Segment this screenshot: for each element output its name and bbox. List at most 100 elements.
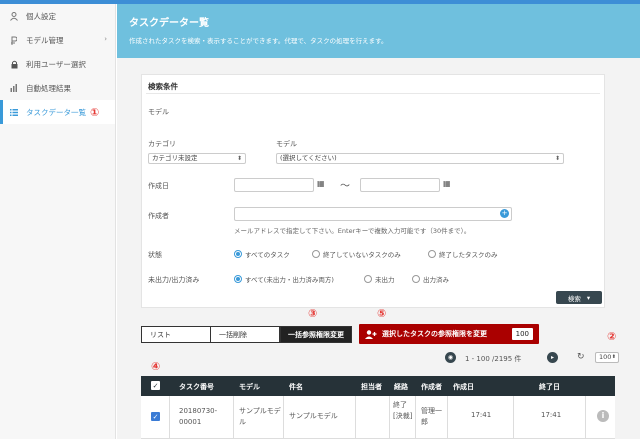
sidebar-item-label: 自動処理結果 [26,83,71,93]
radio-label: すべてのタスク [245,251,290,259]
sidebar-item-label: 利用ユーザー選択 [26,59,86,69]
select-arrows-icon: ⬍ [611,354,616,360]
chart-icon [8,84,20,92]
cell-divider [233,396,234,438]
sidebar-item-models[interactable]: モデル管理 › [0,28,115,52]
person-icon [8,11,20,21]
model-icon [8,36,20,45]
status-radio-finished[interactable]: 終了したタスクのみ [428,249,498,259]
column-header: 担当者 [361,383,382,391]
cell-divider [415,396,416,438]
creator-input[interactable] [234,207,512,221]
created-date-from-input[interactable] [234,178,314,192]
output-radio-not-output[interactable]: 未出力 [364,274,395,284]
selected-count-badge: 100 [511,328,533,340]
refresh-icon[interactable]: ↻ [577,352,585,362]
info-icon[interactable]: i [597,410,609,422]
column-header: 作成者 [421,383,442,391]
page-subtitle: 作成されたタスクを検索・表示することができます。代理で、タスクの処理を行えます。 [129,37,388,45]
task-finished-date: 17:41 [541,411,562,419]
radio-label: 終了していないタスクのみ [323,251,401,259]
category-select[interactable]: カテゴリ未設定 ⬍ [148,153,246,164]
annotation-marker-2: ② [607,330,617,343]
change-permission-button[interactable]: 選択したタスクの参照権限を変更 100 [359,324,539,344]
sidebar-item-user-select[interactable]: 利用ユーザー選択 [0,52,115,76]
radio-selected [234,275,242,283]
table-row[interactable]: ✓ 20180730-00001 サンプルモデル サンプルモデル 終了[決裁] … [141,396,615,439]
radio-unselected [364,275,372,283]
radio-selected [234,250,242,258]
task-number[interactable]: 20180730-00001 [179,406,229,428]
cell-divider [447,396,448,438]
cell-divider [355,396,356,438]
add-creator-icon[interactable]: + [500,209,509,218]
sidebar-item-profile[interactable]: 個人設定 [0,4,115,28]
task-created-date: 17:41 [471,411,492,419]
pagination-range: 1 - 100 /2195 件 [465,355,522,363]
cell-divider [513,396,514,438]
sidebar: 個人設定 モデル管理 › 利用ユーザー選択 自動処理結果 タスクデータ一覧 ① [0,4,116,439]
sidebar-item-label: モデル管理 [26,35,64,45]
search-button[interactable]: 検索 ▾ [556,291,602,304]
page-header: タスクデーター覧 作成されたタスクを検索・表示することができます。代理で、タスク… [117,4,640,58]
creator-hint: メールアドレスで指定して下さい。Enterキーで複数入力可能です（30件まで）。 [234,227,471,235]
category-label: カテゴリ [148,140,176,148]
status-radio-all[interactable]: すべてのタスク [234,249,290,259]
table-header: ✓ タスク番号 モデル 件名 担当者 経路 作成者 作成日 終了日 [141,376,615,396]
radio-unselected [412,275,420,283]
radio-unselected [312,250,320,258]
lock-icon [8,60,20,69]
model-select[interactable]: (選択してください) ⬍ [276,153,564,164]
output-radio-all[interactable]: すべて(未出力・出力済み両方) [234,274,334,284]
annotation-marker-3: ③ [308,307,318,320]
column-header: 終了日 [539,383,560,391]
output-label: 未出力/出力済み [148,276,200,284]
page-size-select[interactable]: 100 ⬍ [595,352,619,363]
next-page-icon[interactable]: ▸ [547,352,558,363]
calendar-icon[interactable]: ▦ [317,179,325,188]
divider [146,93,600,94]
tab-label: リスト [150,330,171,339]
tab-label: 一括参照権限変更 [288,330,344,339]
tab-label: 一括削除 [219,330,247,339]
annotation-marker-1: ① [90,105,100,119]
list-icon [8,108,20,116]
sidebar-item-task-list[interactable]: タスクデータ一覧 ① [0,100,115,124]
select-arrows-icon: ⬍ [236,155,242,162]
sidebar-item-auto-results[interactable]: 自動処理結果 [0,76,115,100]
cell-divider [389,396,390,438]
tab-bulk-delete[interactable]: 一括削除 [210,326,280,343]
task-route: 終了[決裁] [393,401,413,420]
task-model: サンプルモデル [239,407,281,426]
column-header: 件名 [289,383,303,391]
sidebar-item-label: タスクデータ一覧 [26,107,86,117]
select-all-checkbox[interactable]: ✓ [151,381,160,390]
calendar-icon[interactable]: ▦ [443,179,451,188]
search-panel-title: 検索条件 [148,82,178,91]
search-panel: 検索条件 モデル カテゴリ モデル カテゴリ未設定 ⬍ (選択してください) ⬍… [141,74,605,308]
change-permission-label: 選択したタスクの参照権限を変更 [382,330,487,338]
model-select-value: (選択してください) [280,154,337,162]
cell-divider [283,396,284,438]
radio-label: 終了したタスクのみ [439,251,498,259]
annotation-marker-5: ⑤ [377,307,387,320]
page-size-value: 100 [599,353,612,361]
creator-label: 作成者 [148,212,169,220]
tab-list[interactable]: リスト [141,326,211,343]
chevron-right-icon: › [104,35,107,43]
row-checkbox[interactable]: ✓ [151,412,160,421]
tab-bulk-permission[interactable]: 一括参照権限変更 [280,326,352,343]
status-label: 状態 [148,251,162,259]
radio-label: 未出力 [375,276,395,284]
first-page-icon[interactable]: ◉ [445,352,456,363]
created-date-to-input[interactable] [360,178,440,192]
status-radio-unfinished[interactable]: 終了していないタスクのみ [312,249,401,259]
output-radio-output-done[interactable]: 出力済み [412,274,449,284]
page-title: タスクデーター覧 [129,18,209,29]
column-header: 作成日 [453,383,474,391]
annotation-marker-4: ④ [151,360,161,373]
category-select-value: カテゴリ未設定 [152,154,198,162]
task-subject: サンプルモデル [289,412,338,420]
column-header: モデル [239,383,260,391]
model-section-label: モデル [148,108,169,116]
